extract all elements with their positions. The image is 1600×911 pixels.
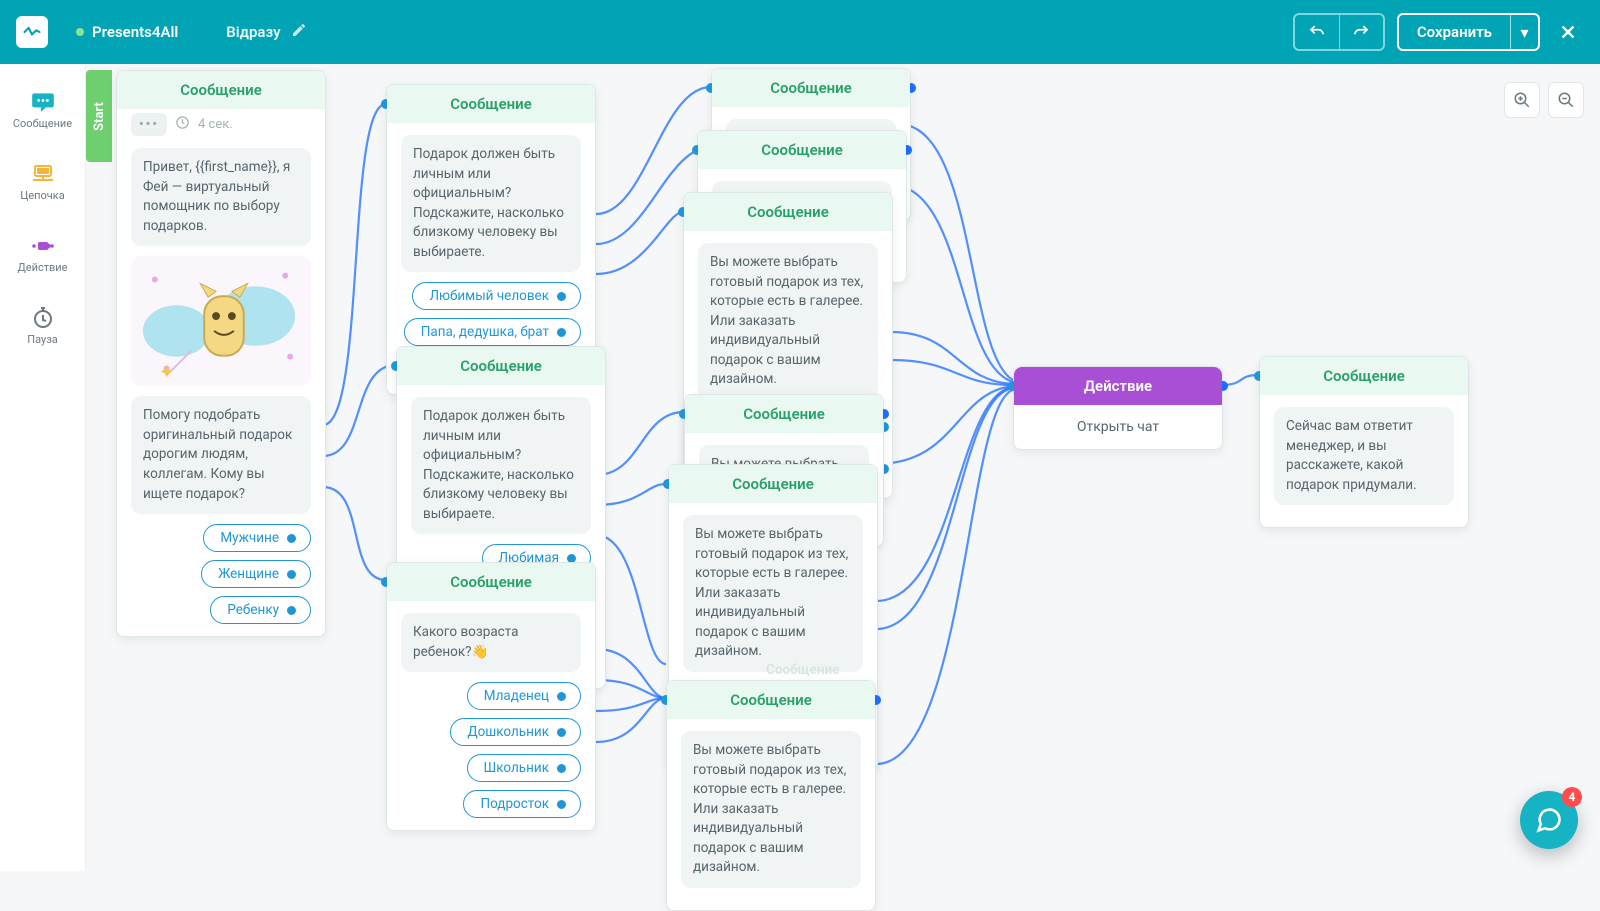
message-text: Вы можете выбрать готовый подарок из тех… (683, 515, 863, 672)
node-message-final[interactable]: Сообщение Сейчас вам ответит менеджер, и… (1259, 356, 1469, 528)
node-header: Сообщение (387, 85, 595, 123)
sidebar: Сообщение Цепочка Действие Пауза (0, 64, 86, 871)
zoom-out-button[interactable] (1548, 82, 1584, 118)
faded-title: Сообщение (766, 662, 839, 678)
option-chip[interactable]: Мужчине (203, 524, 311, 552)
node-action[interactable]: Действие Открыть чат (1013, 366, 1223, 450)
message-image (131, 256, 311, 386)
option-chip[interactable]: Школьник (467, 754, 581, 782)
node-message-start[interactable]: Сообщение ••• 4 сек. Привет, {{first_nam… (116, 70, 326, 637)
option-chip[interactable]: Папа, дедушка, брат (404, 318, 581, 346)
message-icon (29, 91, 57, 113)
node-header: Сообщение (698, 131, 906, 169)
option-chip[interactable]: Дошкольник (450, 718, 581, 746)
sidebar-label: Сообщение (13, 117, 72, 130)
message-text: Подарок должен быть личным или официальн… (401, 135, 581, 272)
message-text: Привет, {{first_name}}, я Фей — виртуаль… (131, 148, 311, 246)
chat-badge: 4 (1562, 787, 1582, 807)
option-chip[interactable]: Женщине (201, 560, 311, 588)
message-text: Какого возраста ребенок?👋 (401, 613, 581, 672)
undo-redo-group (1293, 13, 1385, 51)
topbar: Presents4All Відразу Сохранить ▾ (0, 0, 1600, 64)
zoom-in-button[interactable] (1504, 82, 1540, 118)
node-header: Сообщение (684, 193, 892, 231)
delay-value: 4 сек. (198, 117, 233, 132)
sidebar-item-message[interactable]: Сообщение (10, 78, 75, 142)
sidebar-item-chain[interactable]: Цепочка (10, 150, 75, 214)
sidebar-item-action[interactable]: Действие (10, 222, 75, 286)
flow-name[interactable]: Відразу (226, 23, 280, 41)
node-message[interactable]: Сообщение Вы можете выбрать готовый пода… (666, 680, 876, 911)
node-header: Сообщение (712, 69, 910, 107)
zoom-controls (1504, 82, 1584, 118)
sidebar-label: Цепочка (20, 189, 64, 202)
node-header: Сообщение (1260, 357, 1468, 395)
node-header: Сообщение (667, 681, 875, 719)
sidebar-item-pause[interactable]: Пауза (10, 294, 75, 358)
option-chip[interactable]: Ребенку (210, 596, 311, 624)
option-chip[interactable]: Любимый человек (412, 282, 581, 310)
save-button[interactable]: Сохранить (1399, 15, 1510, 49)
node-message[interactable]: Сообщение Какого возраста ребенок?👋 Млад… (386, 562, 596, 831)
action-icon (29, 235, 57, 257)
option-chip[interactable]: Подросток (463, 790, 581, 818)
undo-button[interactable] (1295, 15, 1339, 49)
node-header: Сообщение (669, 465, 877, 503)
redo-button[interactable] (1339, 15, 1383, 49)
chain-icon (29, 163, 57, 185)
more-icon[interactable]: ••• (131, 113, 167, 136)
node-header: Действие (1014, 367, 1222, 405)
pause-icon (29, 307, 57, 329)
canvas[interactable]: Сообщение ••• 4 сек. Привет, {{first_nam… (86, 64, 1600, 871)
chat-fab[interactable]: 4 (1520, 791, 1578, 849)
save-group: Сохранить ▾ (1397, 13, 1540, 51)
option-chip[interactable]: Младенец (467, 682, 581, 710)
node-header: Сообщение (387, 563, 595, 601)
clock-icon (175, 115, 190, 134)
close-icon[interactable] (1552, 16, 1584, 48)
message-text: Помогу подобрать оригинальный подарок до… (131, 396, 311, 514)
edit-icon[interactable] (291, 22, 307, 42)
node-header: Сообщение (685, 395, 883, 433)
message-text: Сейчас вам ответит менеджер, и вы расска… (1274, 407, 1454, 505)
logo[interactable] (16, 16, 48, 48)
node-header: Сообщение (397, 347, 605, 385)
sidebar-label: Действие (18, 261, 68, 274)
sidebar-label: Пауза (27, 333, 58, 346)
message-text: Вы можете выбрать готовый подарок из тех… (681, 731, 861, 888)
action-text: Открыть чат (1077, 419, 1159, 435)
node-header: Сообщение (117, 71, 325, 109)
status-dot (76, 28, 84, 36)
app-name[interactable]: Presents4All (92, 23, 178, 41)
save-caret[interactable]: ▾ (1510, 15, 1538, 49)
message-text: Подарок должен быть личным или официальн… (411, 397, 591, 534)
message-text: Вы можете выбрать готовый подарок из тех… (698, 243, 878, 400)
